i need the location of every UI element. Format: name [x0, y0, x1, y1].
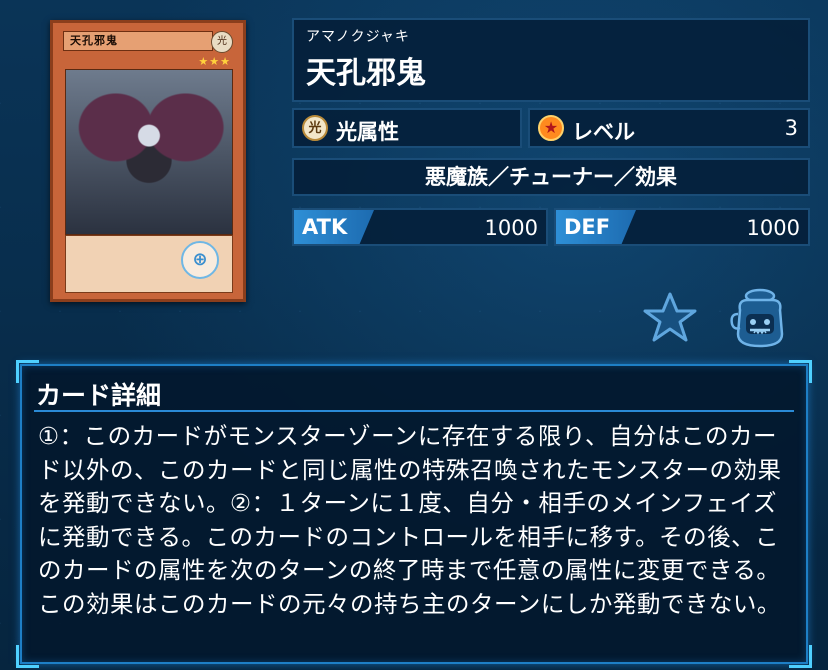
deck-button[interactable] [730, 286, 788, 350]
level-panel: ★ レベル 3 [528, 108, 810, 148]
card-details-title: カード詳細 [36, 381, 162, 410]
card-image[interactable]: 天孔邪鬼 光 ★★★ ⊕ [50, 20, 246, 302]
def-panel: DEF 1000 [554, 208, 810, 246]
def-value: 1000 [746, 216, 800, 240]
card-name-reading: アマノクジャキ [306, 29, 410, 45]
level-label: レベル [572, 120, 635, 144]
atk-value: 1000 [484, 216, 538, 240]
frame-corner [789, 645, 812, 668]
card-image-level-stars: ★★★ [198, 55, 231, 68]
type-panel: 悪魔族／チューナー／効果 [292, 158, 810, 196]
card-artwork [65, 69, 233, 235]
star-icon [643, 292, 697, 342]
attribute-panel: 光 光属性 [292, 108, 522, 148]
card-details-panel: カード詳細 ①：このカードがモンスターゾーンに存在する限り、自分はこのカード以外… [16, 360, 812, 668]
light-attribute-icon: 光 [302, 115, 328, 141]
card-name: 天孔邪鬼 [306, 56, 426, 91]
divider [34, 410, 794, 412]
card-image-attribute-icon: 光 [211, 31, 233, 53]
pot-of-greed-icon [730, 288, 784, 348]
frame-corner [789, 360, 812, 383]
favorite-button[interactable] [642, 290, 698, 346]
frame-corner [16, 645, 39, 668]
card-type-line: 悪魔族／チューナー／効果 [425, 165, 677, 189]
atk-label: ATK [294, 210, 374, 244]
zoom-icon[interactable]: ⊕ [181, 241, 219, 279]
atk-panel: ATK 1000 [292, 208, 548, 246]
def-label: DEF [556, 210, 636, 244]
card-title-panel: アマノクジャキ 天孔邪鬼 [292, 18, 810, 102]
card-image-name: 天孔邪鬼 [63, 31, 213, 51]
level-value: 3 [784, 116, 798, 140]
card-effect-text: ①：このカードがモンスターゾーンに存在する限り、自分はこのカード以外の、このカー… [38, 422, 782, 618]
attribute-label: 光属性 [336, 120, 399, 144]
level-star-icon: ★ [538, 115, 564, 141]
